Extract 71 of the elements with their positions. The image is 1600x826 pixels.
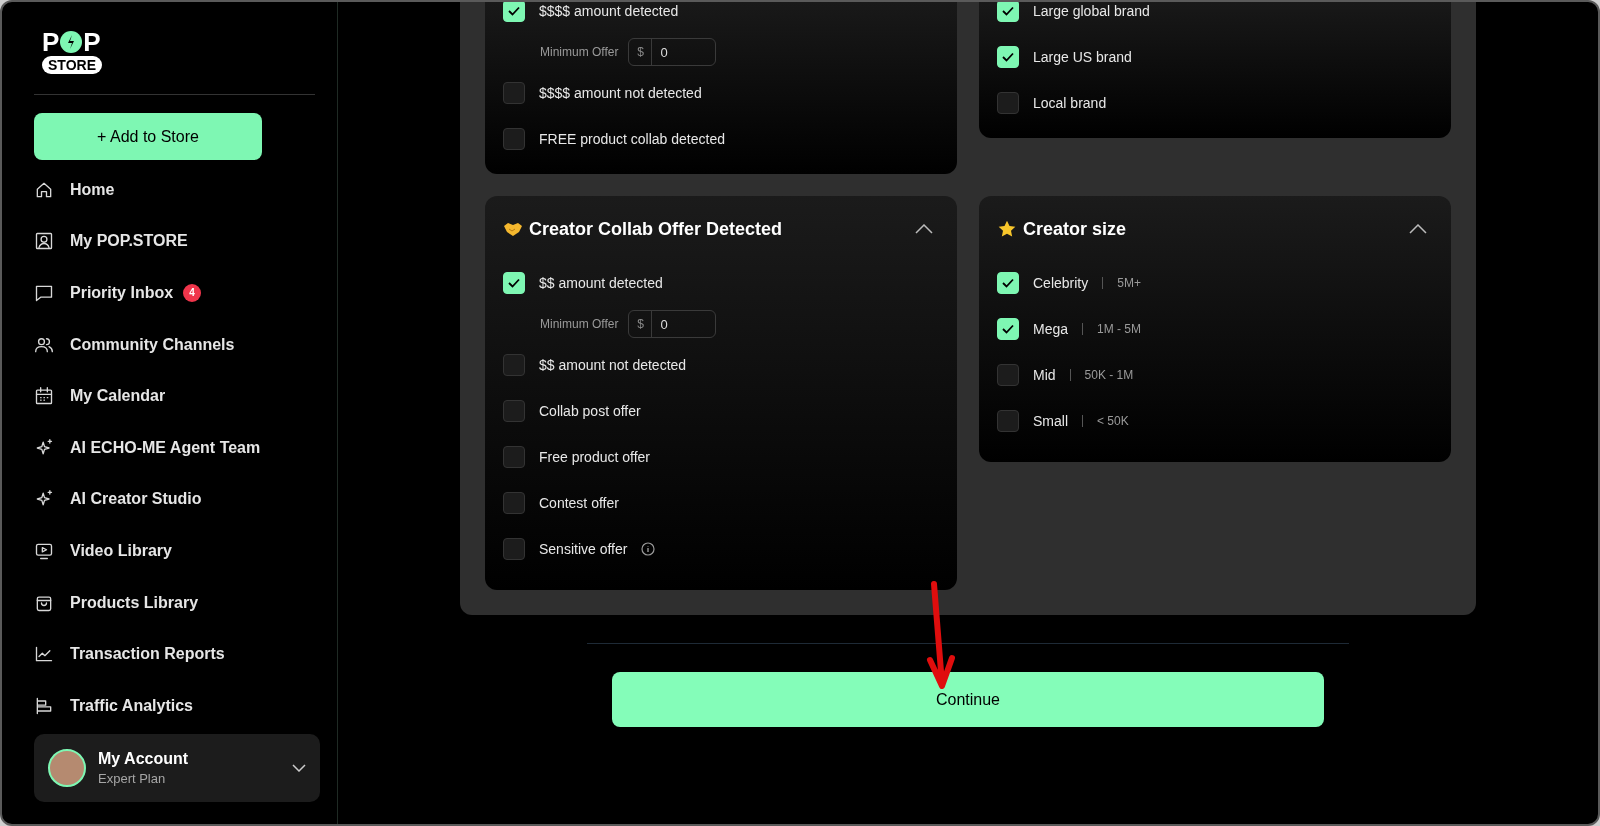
nav-item[interactable]: Home [70,180,115,199]
account-name: My Account [98,750,190,768]
option-label: Large US brand [1033,49,1132,65]
checkbox[interactable] [997,410,1019,432]
nav-item[interactable]: Priority Inbox [70,284,174,302]
chat-icon [34,283,54,303]
nav-item[interactable]: AI Creator Studio [70,490,202,509]
chevron-up-icon[interactable] [1409,224,1427,234]
nav-item[interactable]: My Calendar [70,387,166,406]
account-card[interactable]: My Account Expert Plan [34,734,320,802]
option-label: Small [1033,413,1068,429]
logo: P P STORE [42,30,103,76]
amount-value: 0 [659,44,668,60]
option-label: $$$$ amount not detected [539,85,702,101]
checkbox[interactable] [503,492,525,514]
amount-field[interactable]: $ 0 [628,310,717,338]
card-title: Creator Collab Offer Detected [529,218,784,240]
checkbox[interactable] [503,538,525,560]
nav-item[interactable]: Community Channels [70,335,235,354]
chevron-down-icon[interactable] [292,764,306,772]
checkbox[interactable] [503,128,525,150]
nav-item[interactable]: AI ECHO-ME Agent Team [70,438,261,457]
continue-button[interactable]: Continue [612,672,1324,727]
option-label: Large global brand [1033,3,1150,19]
option-label: Mid [1033,367,1056,383]
nav-item[interactable]: Traffic Analytics [70,696,193,715]
option-label: Celebrity [1033,275,1089,291]
checkbox[interactable] [503,400,525,422]
checkmark-icon [1002,324,1014,334]
amount-value: 0 [659,316,668,332]
avatar [48,749,86,787]
option-label: $$ amount detected [539,275,663,291]
option-label: Sensitive offer [539,541,628,557]
add-to-store-button[interactable]: + Add to Store [34,113,262,160]
option-label: Contest offer [539,495,619,511]
card-title: Creator size [1023,218,1128,240]
amount-field[interactable]: $ 0 [628,38,717,66]
checkmark-icon [508,278,520,288]
nav-item[interactable]: My POP.STORE [70,232,188,251]
checkbox[interactable] [503,354,525,376]
option-label: Collab post offer [539,403,641,419]
option-label: $$ amount not detected [539,357,687,373]
option-label: Local brand [1033,95,1107,111]
checkbox[interactable] [997,92,1019,114]
option-label: $$$$ amount detected [539,3,679,19]
minimum-offer-label: Minimum Offer [540,45,619,59]
nav-item[interactable]: Video Library [70,541,172,560]
option-label: FREE product collab detected [539,131,725,147]
minimum-offer-label: Minimum Offer [540,317,619,331]
option-detail: < 50K [1097,414,1129,428]
checkmark-icon [1002,52,1014,62]
checkmark-icon [508,6,520,16]
count-badge: 4 [183,284,202,302]
option-label: Mega [1033,321,1069,337]
account-plan: Expert Plan [98,771,167,786]
checkbox[interactable] [503,82,525,104]
star-icon [997,219,1017,239]
nav-item[interactable]: Transaction Reports [70,645,225,664]
option-detail: 50K - 1M [1084,368,1134,382]
bars-icon [34,695,54,716]
calendar-icon [34,386,54,407]
portrait-icon [34,231,54,252]
checkmark-icon [1002,6,1014,16]
checkmark-icon [1002,278,1014,288]
checkbox[interactable] [997,364,1019,386]
option-detail: 5M+ [1117,276,1141,290]
chevron-up-icon[interactable] [915,224,933,234]
option-label: Free product offer [539,449,651,465]
nav-item[interactable]: Products Library [70,593,199,612]
option-detail: 1M - 5M [1097,322,1142,336]
checkbox[interactable] [503,446,525,468]
